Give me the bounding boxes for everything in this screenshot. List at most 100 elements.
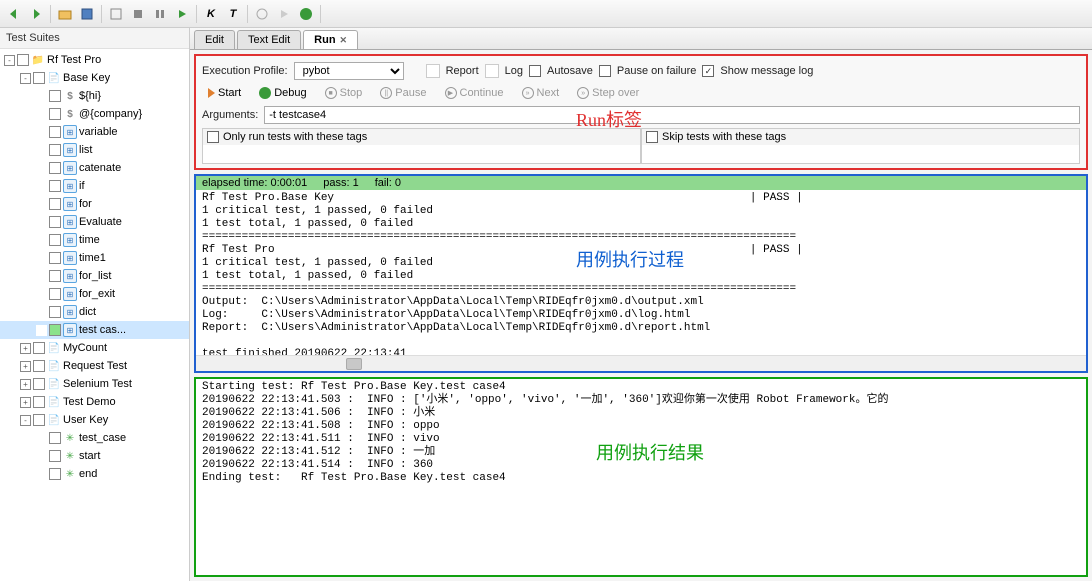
t-button[interactable]: T	[223, 4, 243, 24]
tree-node[interactable]: -📄User Key	[0, 411, 189, 429]
tree-node[interactable]: ⊞time	[0, 231, 189, 249]
log-icon[interactable]	[485, 64, 499, 78]
report-link[interactable]: Report	[446, 65, 479, 77]
tree-node[interactable]: +📄MyCount	[0, 339, 189, 357]
node-checkbox[interactable]	[49, 252, 61, 264]
continue-button[interactable]: ▶Continue	[439, 86, 510, 100]
node-checkbox[interactable]	[33, 72, 45, 84]
debug-toolbar-icon[interactable]	[296, 4, 316, 24]
tab-text-edit[interactable]: Text Edit	[237, 30, 301, 49]
tree-node[interactable]: -📄Base Key	[0, 69, 189, 87]
tree-node[interactable]: ⊞list	[0, 141, 189, 159]
node-checkbox[interactable]	[49, 324, 61, 336]
tree-node[interactable]: ⊞for_list	[0, 267, 189, 285]
tree-node[interactable]: ⊞time1	[0, 249, 189, 267]
node-checkbox[interactable]	[33, 342, 45, 354]
node-checkbox[interactable]	[49, 90, 61, 102]
play-green-icon[interactable]	[172, 4, 192, 24]
stop-button[interactable]: ■Stop	[319, 86, 369, 100]
node-checkbox[interactable]	[17, 54, 29, 66]
show-message-log-checkbox[interactable]	[702, 65, 714, 77]
k-button[interactable]: K	[201, 4, 221, 24]
node-checkbox[interactable]	[49, 288, 61, 300]
collapse-icon[interactable]: -	[4, 55, 15, 66]
stepover-button[interactable]: »Step over	[571, 86, 645, 100]
report-icon[interactable]	[426, 64, 440, 78]
node-checkbox[interactable]	[49, 234, 61, 246]
collapse-icon[interactable]: -	[20, 415, 31, 426]
expand-icon[interactable]: +	[20, 379, 31, 390]
node-checkbox[interactable]	[49, 126, 61, 138]
collapse-icon[interactable]: -	[20, 73, 31, 84]
only-tags-checkbox[interactable]	[207, 131, 219, 143]
node-checkbox[interactable]	[33, 360, 45, 372]
tree-node[interactable]: ✳start	[0, 447, 189, 465]
forward-icon[interactable]	[26, 4, 46, 24]
autosave-checkbox[interactable]	[529, 65, 541, 77]
skip-tags-input[interactable]	[642, 145, 1079, 163]
tree-node[interactable]: ⊞dict	[0, 303, 189, 321]
pause-on-failure-checkbox[interactable]	[599, 65, 611, 77]
node-checkbox[interactable]	[49, 432, 61, 444]
tree-node[interactable]: ⊞for_exit	[0, 285, 189, 303]
arguments-input[interactable]	[264, 106, 1080, 124]
tab-edit[interactable]: Edit	[194, 30, 235, 49]
node-checkbox[interactable]	[49, 468, 61, 480]
back-icon[interactable]	[4, 4, 24, 24]
node-checkbox[interactable]	[49, 162, 61, 174]
tree-node[interactable]: ⊞if	[0, 177, 189, 195]
twist-spacer	[36, 271, 47, 282]
tree-node[interactable]: ⊞Evaluate	[0, 213, 189, 231]
node-checkbox[interactable]	[49, 198, 61, 210]
node-checkbox[interactable]	[49, 216, 61, 228]
open-icon[interactable]	[55, 4, 75, 24]
expand-icon[interactable]: +	[20, 397, 31, 408]
node-checkbox[interactable]	[33, 414, 45, 426]
tree-node[interactable]: +📄Test Demo	[0, 393, 189, 411]
node-checkbox[interactable]	[49, 306, 61, 318]
hscroll[interactable]	[196, 355, 1086, 371]
tree-node[interactable]: -📁Rf Test Pro	[0, 51, 189, 69]
only-tags-input[interactable]	[203, 145, 640, 163]
execution-log[interactable]: Rf Test Pro.Base Key | PASS | 1 critical…	[196, 190, 1086, 355]
tree-node[interactable]: ⊞test cas...	[0, 321, 189, 339]
next-button[interactable]: »Next	[516, 86, 566, 100]
close-icon[interactable]: ✕	[340, 35, 348, 46]
profile-select[interactable]: pybot	[294, 62, 404, 80]
expand-icon[interactable]: +	[20, 343, 31, 354]
debug-button[interactable]: Debug	[253, 86, 312, 100]
tree-node[interactable]: $@{company}	[0, 105, 189, 123]
step-into-icon[interactable]	[274, 4, 294, 24]
step-icon[interactable]	[252, 4, 272, 24]
pause-toolbar-icon[interactable]	[150, 4, 170, 24]
stop-toolbar-icon[interactable]	[128, 4, 148, 24]
expand-icon[interactable]: +	[20, 361, 31, 372]
tab-run[interactable]: Run✕	[303, 30, 358, 49]
log-link[interactable]: Log	[505, 65, 523, 77]
test-tree[interactable]: -📁Rf Test Pro-📄Base Key$${hi}$@{company}…	[0, 49, 189, 581]
tree-node[interactable]: ✳end	[0, 465, 189, 483]
tree-node[interactable]: +📄Request Test	[0, 357, 189, 375]
node-label: test_case	[79, 432, 126, 444]
node-checkbox[interactable]	[49, 450, 61, 462]
save-icon[interactable]	[77, 4, 97, 24]
node-checkbox[interactable]	[49, 270, 61, 282]
run-icon[interactable]	[106, 4, 126, 24]
node-checkbox[interactable]	[33, 396, 45, 408]
start-button[interactable]: Start	[202, 86, 247, 100]
pause-button[interactable]: ||Pause	[374, 86, 432, 100]
node-checkbox[interactable]	[49, 108, 61, 120]
tree-node[interactable]: ⊞catenate	[0, 159, 189, 177]
tree-node[interactable]: $${hi}	[0, 87, 189, 105]
node-checkbox[interactable]	[49, 144, 61, 156]
tree-node[interactable]: ✳test_case	[0, 429, 189, 447]
node-label: end	[79, 468, 97, 480]
tree-node[interactable]: +📄Selenium Test	[0, 375, 189, 393]
tree-node[interactable]: ⊞for	[0, 195, 189, 213]
result-log[interactable]: Starting test: Rf Test Pro.Base Key.test…	[196, 379, 1086, 575]
file-icon: 📄	[47, 359, 61, 373]
node-checkbox[interactable]	[33, 378, 45, 390]
skip-tags-checkbox[interactable]	[646, 131, 658, 143]
node-checkbox[interactable]	[49, 180, 61, 192]
tree-node[interactable]: ⊞variable	[0, 123, 189, 141]
